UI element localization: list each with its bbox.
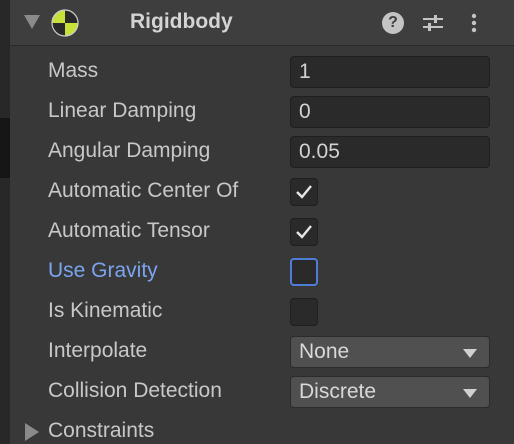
constraints-foldout-label[interactable]: Constraints xyxy=(48,419,154,443)
collision-detection-dropdown[interactable]: Discrete xyxy=(290,376,490,408)
gutter-dark-band xyxy=(0,118,10,178)
angular-damping-field[interactable]: 0.05 xyxy=(290,136,490,168)
interpolate-selected-value: None xyxy=(299,340,350,363)
angular-damping-label: Angular Damping xyxy=(48,139,211,162)
is-kinematic-checkbox[interactable] xyxy=(290,298,318,326)
chevron-down-icon xyxy=(463,389,477,398)
interpolate-label: Interpolate xyxy=(48,339,148,362)
interpolate-dropdown[interactable]: None xyxy=(290,336,490,368)
mass-label: Mass xyxy=(48,59,99,82)
automatic-center-of-mass-label: Automatic Center Of xyxy=(48,179,239,202)
linear-damping-label: Linear Damping xyxy=(48,99,197,122)
mass-field[interactable]: 1 xyxy=(290,56,490,88)
checkmark-icon xyxy=(296,185,312,199)
constraints-foldout-triangle-right-icon[interactable] xyxy=(25,423,39,441)
automatic-tensor-checkbox[interactable] xyxy=(290,218,318,246)
automatic-center-of-mass-checkbox[interactable] xyxy=(290,178,318,206)
presets-icon[interactable] xyxy=(421,12,445,34)
rigidbody-icon xyxy=(51,9,79,37)
inspector-panel: Rigidbody ? Mass 1 Linear Damping 0 Angu… xyxy=(0,0,514,444)
collision-detection-label: Collision Detection xyxy=(48,379,222,402)
chevron-down-icon xyxy=(463,349,477,358)
use-gravity-checkbox[interactable] xyxy=(290,258,318,286)
use-gravity-label: Use Gravity xyxy=(48,259,158,282)
is-kinematic-label: Is Kinematic xyxy=(48,299,163,322)
linear-damping-field[interactable]: 0 xyxy=(290,96,490,128)
kebab-menu-icon[interactable] xyxy=(464,12,484,34)
foldout-triangle-down-icon[interactable] xyxy=(24,15,40,29)
left-gutter xyxy=(0,0,10,444)
automatic-tensor-label: Automatic Tensor xyxy=(48,219,210,242)
component-title: Rigidbody xyxy=(130,10,233,33)
help-icon[interactable]: ? xyxy=(382,12,404,34)
checkmark-icon xyxy=(296,225,312,239)
collision-detection-selected-value: Discrete xyxy=(299,380,377,403)
component-header[interactable]: Rigidbody ? xyxy=(10,0,514,46)
